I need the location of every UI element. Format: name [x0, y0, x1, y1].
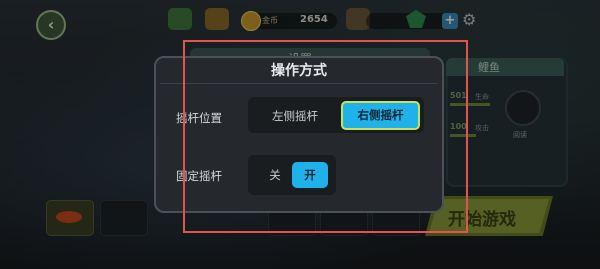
highlight-frame [183, 40, 468, 233]
